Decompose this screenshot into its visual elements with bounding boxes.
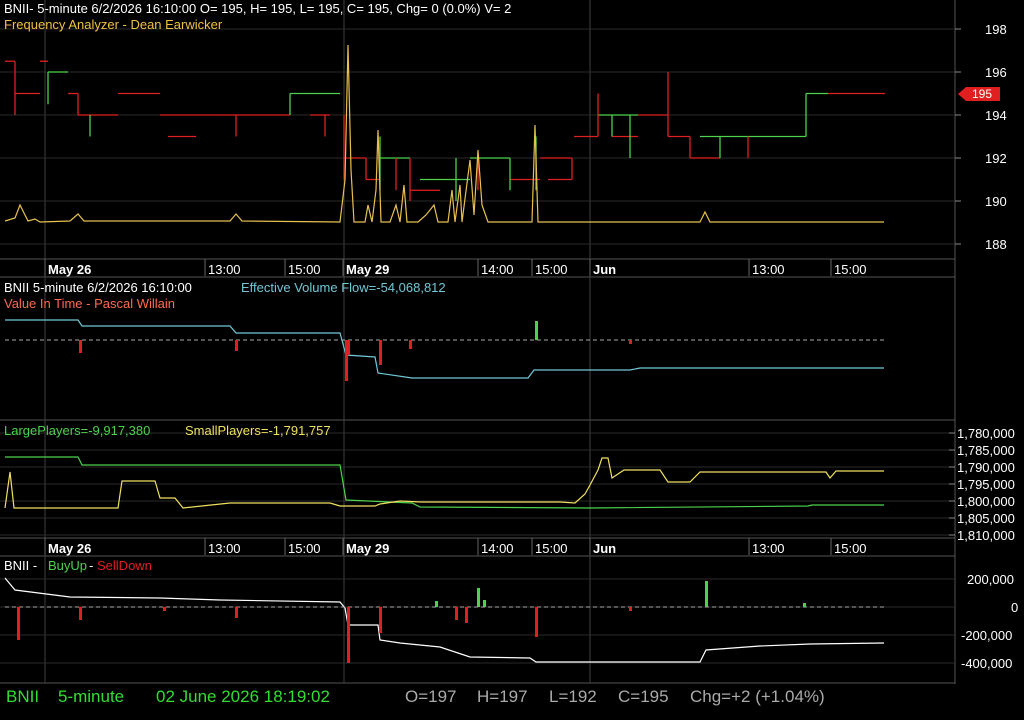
small-players-value: SmallPlayers=-1,791,757: [185, 423, 331, 438]
indicator-title-frequency-analyzer: Frequency Analyzer - Dean Earwicker: [4, 17, 223, 32]
buyup-bar: [705, 581, 708, 607]
large-players-value: LargePlayers=-9,917,380: [4, 423, 151, 438]
status-datetime: 02 June 2026 18:19:02: [156, 687, 330, 706]
flow-tick-1810000: 1,810,000: [957, 528, 1015, 543]
time-axis-label: 14:00: [481, 262, 514, 277]
selldown-bar: [347, 607, 350, 663]
time-axis-label: 15:00: [535, 262, 568, 277]
evf-bar: [235, 340, 238, 351]
large-players-line: [5, 456, 884, 509]
selldown-bar: [17, 607, 20, 640]
price-tick-188: 188: [985, 237, 1007, 252]
selldown-bar: [455, 607, 458, 620]
buyup-selldown-line: [4, 577, 885, 663]
time-axis-label: 15:00: [288, 262, 321, 277]
price-tick-198: 198: [985, 22, 1007, 37]
buyup-bar: [483, 600, 486, 607]
time-axis-label: 15:00: [834, 541, 867, 556]
time-axis-label: May 29: [346, 262, 390, 277]
buyup-bar: [477, 588, 480, 607]
selldown-bar: [465, 607, 468, 623]
buysell-tick-200000: 200,000: [967, 572, 1014, 587]
flow-tick-1790000: 1,790,000: [957, 460, 1015, 475]
time-axis-label: 13:00: [752, 541, 785, 556]
panel1-header: BNII- 5-minute 6/2/2026 16:10:00 O= 195,…: [4, 1, 512, 16]
status-close: C=195: [618, 687, 669, 706]
indicator-title-value-in-time: Value In Time - Pascal Willain: [4, 296, 175, 311]
panel2-header: BNII 5-minute 6/2/2026 16:10:00: [4, 280, 192, 295]
value-in-time-line: [5, 319, 884, 379]
evf-bar: [629, 340, 632, 344]
time-axis-label: 14:00: [481, 541, 514, 556]
chart-canvas[interactable]: [0, 0, 1024, 720]
status-low: L=192: [549, 687, 597, 706]
buysell-tick-0: 0: [1011, 600, 1019, 615]
selldown-bar: [629, 607, 632, 611]
status-high: H=197: [477, 687, 528, 706]
evf-bar: [79, 340, 82, 353]
buysell-tick-minus200000: -200,000: [961, 628, 1013, 643]
time-axis-label: May 26: [48, 541, 92, 556]
time-axis-label: 15:00: [535, 541, 568, 556]
flow-tick-1805000: 1,805,000: [957, 511, 1015, 526]
time-axis-label: 15:00: [834, 262, 867, 277]
selldown-bar: [379, 607, 382, 633]
evf-bar: [535, 321, 538, 340]
status-symbol: BNII: [6, 687, 40, 706]
selldown-bar: [235, 607, 238, 618]
last-price-tag: 195: [972, 87, 993, 101]
flow-tick-1795000: 1,795,000: [957, 477, 1015, 492]
time-axis-label: 13:00: [752, 262, 785, 277]
price-tick-194: 194: [985, 108, 1007, 123]
evf-bar: [379, 340, 382, 365]
time-axis-label: 13:00: [208, 262, 241, 277]
panel4-symbol: BNII -: [4, 558, 38, 573]
buyup-bar: [803, 603, 806, 607]
time-axis-label: 15:00: [288, 541, 321, 556]
time-axis-label: 13:00: [208, 541, 241, 556]
selldown-bar: [163, 607, 166, 611]
status-bar: BNII 5-minute 02 June 2026 18:19:02 O=19…: [0, 684, 1024, 720]
flow-tick-1800000: 1,800,000: [957, 494, 1015, 509]
buysell-tick-minus400000: -400,000: [961, 656, 1013, 671]
evf-bar: [409, 340, 412, 349]
time-axis-label: May 26: [48, 262, 92, 277]
buyup-bar: [435, 601, 438, 607]
price-tick-196: 196: [985, 65, 1007, 80]
status-change: Chg=+2 (+1.04%): [690, 687, 825, 706]
evf-bar: [347, 340, 350, 355]
selldown-bar: [535, 607, 538, 637]
time-axis-label: May 29: [346, 541, 390, 556]
selldown-legend: SellDown: [97, 558, 152, 573]
selldown-bar: [79, 607, 82, 620]
flow-tick-1785000: 1,785,000: [957, 443, 1015, 458]
status-open: O=197: [405, 687, 457, 706]
status-interval: 5-minute: [58, 687, 125, 706]
legend-separator: -: [89, 558, 94, 573]
time-axis-label: Jun: [593, 541, 617, 556]
buyup-legend: BuyUp: [48, 558, 88, 573]
price-tick-192: 192: [985, 151, 1007, 166]
effective-volume-flow-value: Effective Volume Flow=-54,068,812: [241, 280, 446, 295]
flow-tick-1780000: 1,780,000: [957, 426, 1015, 441]
price-tick-190: 190: [985, 194, 1007, 209]
time-axis-label: Jun: [593, 262, 617, 277]
